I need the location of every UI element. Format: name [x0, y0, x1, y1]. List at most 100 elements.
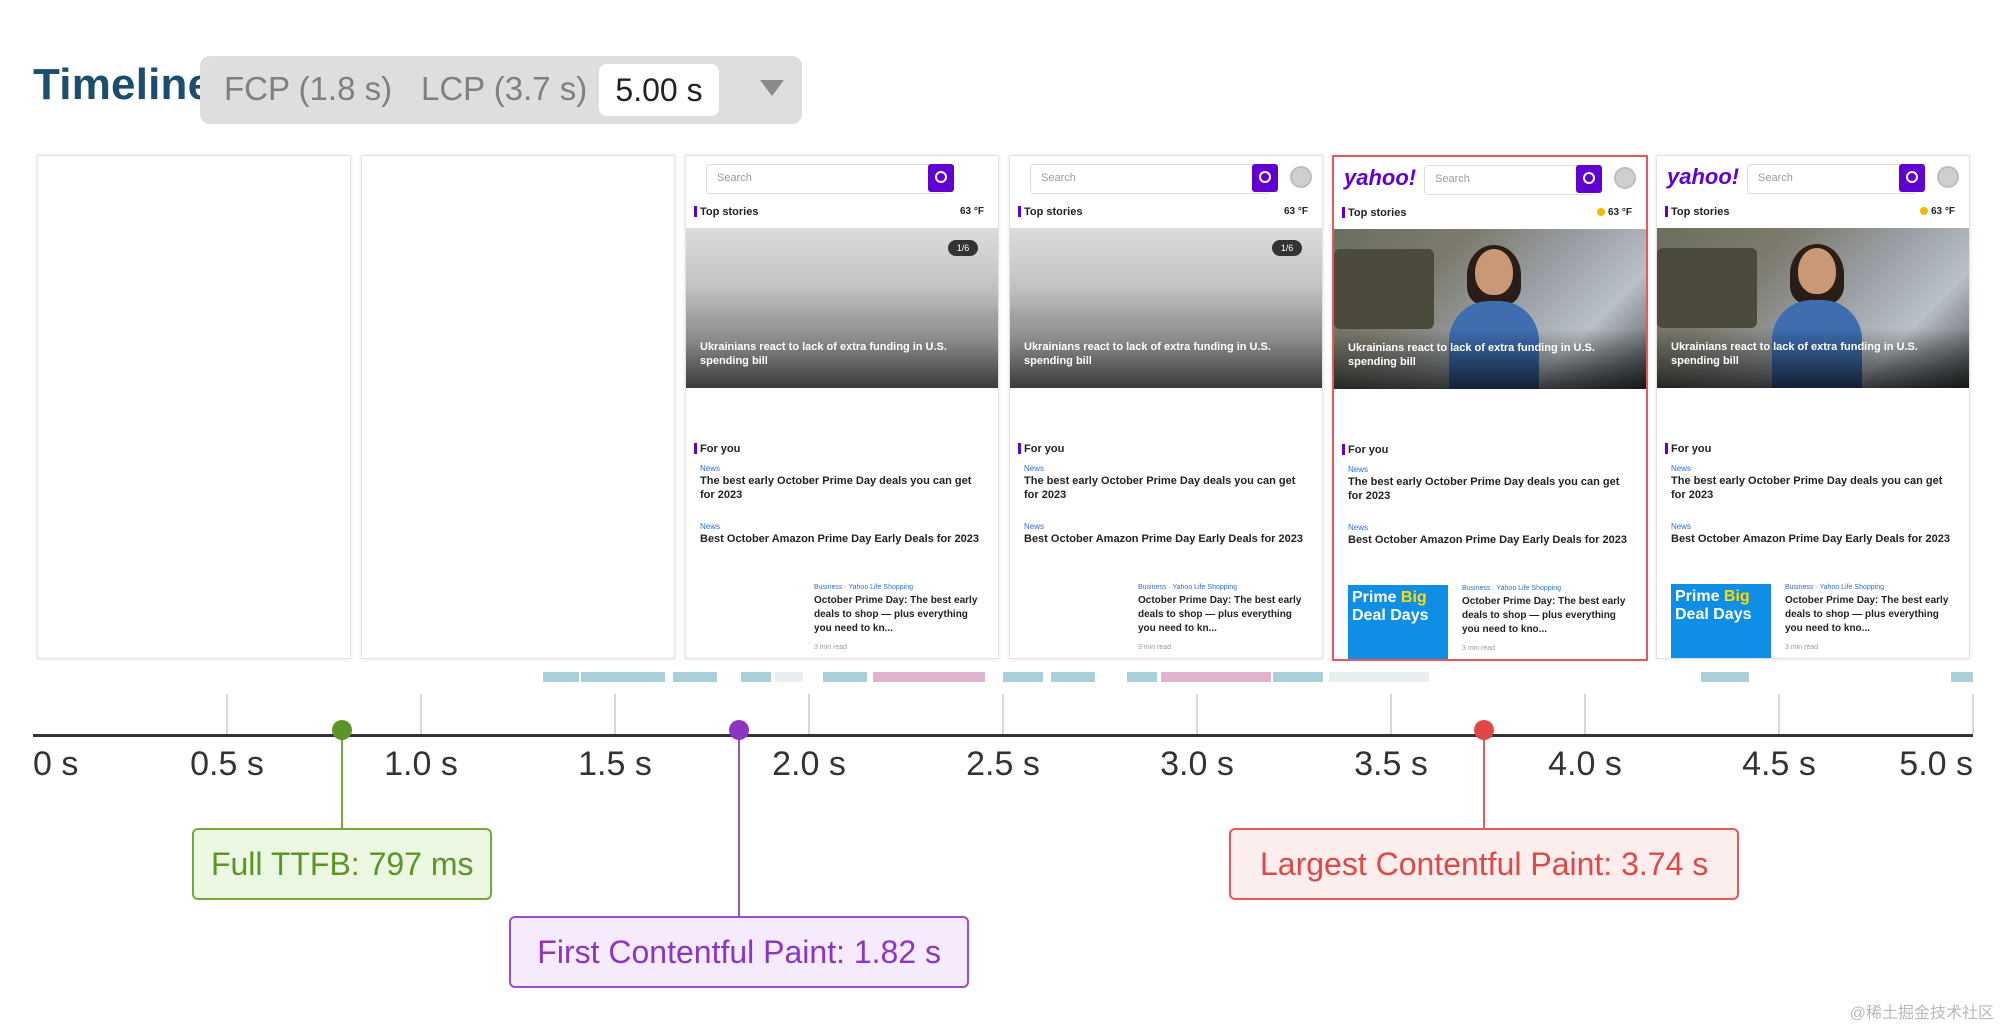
fcp-range-option[interactable]: FCP (1.8 s) [224, 70, 392, 108]
filmstrip-frame-4[interactable]: Search Top stories 63 °F 1/6 Ukrainians … [1009, 155, 1323, 659]
axis-tick [1390, 694, 1392, 734]
search-icon [928, 164, 954, 192]
card-title: October Prime Day: The best early deals … [1462, 596, 1626, 635]
hero-headline: Ukrainians react to lack of extra fundin… [1024, 341, 1271, 367]
axis-tick [420, 694, 422, 734]
axis-tick-label: 5.0 s [1899, 745, 1973, 783]
card-read-time: 3 min read [1138, 644, 1172, 651]
news-title: The best early October Prime Day deals y… [1671, 475, 1943, 501]
search-placeholder: Search [1758, 172, 1793, 184]
thumb-text: Big [1400, 589, 1427, 606]
activity-segment [543, 672, 579, 682]
news-title: The best early October Prime Day deals y… [1024, 475, 1296, 501]
page-header: Search [1010, 156, 1322, 200]
axis-tick-label: 1.0 s [384, 745, 458, 783]
news-title: Best October Amazon Prime Day Early Deal… [1024, 533, 1303, 545]
activity-segment [1329, 672, 1429, 682]
search-input: Search [1747, 164, 1917, 194]
image-counter-badge: 1/6 [1272, 240, 1302, 256]
axis-tick [808, 694, 810, 734]
axis-tick-label: 3.5 s [1354, 745, 1428, 783]
timeline-app: Timeline FCP (1.8 s) LCP (3.7 s) 5.00 s … [0, 0, 2000, 1027]
timeline-range-selector: FCP (1.8 s) LCP (3.7 s) 5.00 s [200, 56, 802, 124]
axis-tick [1778, 694, 1780, 734]
filmstrip-frame-2[interactable] [361, 155, 675, 659]
page-header: yahoo! Search [1657, 156, 1969, 200]
axis-tick-label: 0 s [33, 745, 79, 783]
search-input: Search [1030, 164, 1270, 194]
axis-tick-label: 4.5 s [1742, 745, 1816, 783]
activity-segment [1273, 672, 1323, 682]
section-label-top-stories: Top stories [693, 206, 759, 218]
axis-tick [1972, 694, 1974, 734]
temperature-value: 63 °F [1607, 207, 1632, 218]
sun-icon [1596, 208, 1605, 217]
activity-segment [1161, 672, 1271, 682]
news-tag: News [1671, 522, 1692, 531]
hero-image: Ukrainians react to lack of extra fundin… [1657, 228, 1969, 388]
search-placeholder: Search [1041, 172, 1076, 184]
filmstrip-frame-6[interactable]: yahoo! Search Top stories 63 °F Ukrainia… [1656, 155, 1970, 659]
hero-headline: Ukrainians react to lack of extra fundin… [1671, 341, 1918, 367]
news-title: Best October Amazon Prime Day Early Deal… [1348, 534, 1627, 546]
news-title: The best early October Prime Day deals y… [700, 475, 972, 501]
timeline-axis [33, 734, 1973, 737]
axis-tick-label: 0.5 s [190, 745, 264, 783]
thumb-text: Prime [1352, 589, 1397, 606]
search-icon [1576, 165, 1602, 193]
axis-tick-label: 4.0 s [1548, 745, 1622, 783]
lcp-marker-line [1483, 740, 1486, 828]
image-counter-badge: 1/6 [948, 240, 978, 256]
news-tag: News [1671, 464, 1692, 473]
ttfb-callout[interactable]: Full TTFB: 797 ms [192, 828, 493, 900]
selected-range-option[interactable]: 5.00 s [599, 64, 719, 116]
fcp-callout[interactable]: First Contentful Paint: 1.82 s [509, 916, 970, 988]
lcp-callout[interactable]: Largest Contentful Paint: 3.74 s [1229, 828, 1740, 900]
hero-headline: Ukrainians react to lack of extra fundin… [700, 341, 947, 367]
news-tag: News [700, 522, 721, 531]
thumb-text: Deal Days [1352, 607, 1429, 624]
thumb-text: Deal Days [1675, 606, 1752, 623]
activity-segment [741, 672, 771, 682]
thumb-text: Big [1723, 588, 1750, 605]
card-meta: Business · Yahoo Life Shopping [814, 584, 913, 591]
hero-image-placeholder: 1/6 Ukrainians react to lack of extra fu… [1010, 228, 1322, 388]
filmstrip-frame-5-lcp[interactable]: yahoo! Search Top stories 63 °F Ukrainia… [1332, 155, 1648, 661]
card-title: October Prime Day: The best early deals … [1785, 595, 1949, 634]
weather-temperature: 63 °F [1283, 206, 1308, 217]
lcp-range-option[interactable]: LCP (3.7 s) [421, 70, 587, 108]
weather-temperature: 63 °F [1596, 207, 1632, 218]
card-read-time: 3 min read [1462, 645, 1496, 652]
news-title: Best October Amazon Prime Day Early Deal… [1671, 533, 1950, 545]
fcp-marker-line [738, 740, 741, 916]
fcp-marker-dot[interactable] [729, 720, 750, 740]
card-title: October Prime Day: The best early deals … [814, 595, 978, 634]
activity-segment [673, 672, 717, 682]
activity-segment [1701, 672, 1749, 682]
tank-image-part [1334, 249, 1434, 329]
caret-down-icon[interactable] [760, 80, 784, 96]
filmstrip-frame-3[interactable]: Search Top stories 63 °F 1/6 Ukrainians … [685, 155, 999, 659]
yahoo-logo: yahoo! [1344, 165, 1417, 190]
yahoo-logo: yahoo! [1667, 164, 1740, 189]
section-label-top-stories: Top stories [1341, 207, 1407, 219]
hero-image: Ukrainians react to lack of extra fundin… [1334, 229, 1646, 389]
thumb-text: Prime [1675, 588, 1720, 605]
lcp-marker-dot[interactable] [1474, 720, 1495, 740]
activity-segment [823, 672, 867, 682]
news-title: The best early October Prime Day deals y… [1348, 476, 1620, 502]
axis-tick-label: 2.5 s [966, 745, 1040, 783]
search-placeholder: Search [717, 172, 752, 184]
page-header: yahoo! Search [1334, 157, 1646, 201]
axis-tick [1196, 694, 1198, 734]
news-tag: News [700, 464, 721, 473]
network-activity-bar [33, 672, 1973, 684]
section-label-for-you: For you [1341, 444, 1389, 456]
search-placeholder: Search [1435, 173, 1470, 185]
card-meta: Business · Yahoo Life Shopping [1785, 584, 1884, 591]
ttfb-marker-dot[interactable] [332, 720, 353, 740]
filmstrip-frame-1[interactable] [37, 155, 351, 659]
tank-image-part [1657, 248, 1757, 328]
axis-tick-label: 2.0 s [772, 745, 846, 783]
activity-segment [1951, 672, 1973, 682]
